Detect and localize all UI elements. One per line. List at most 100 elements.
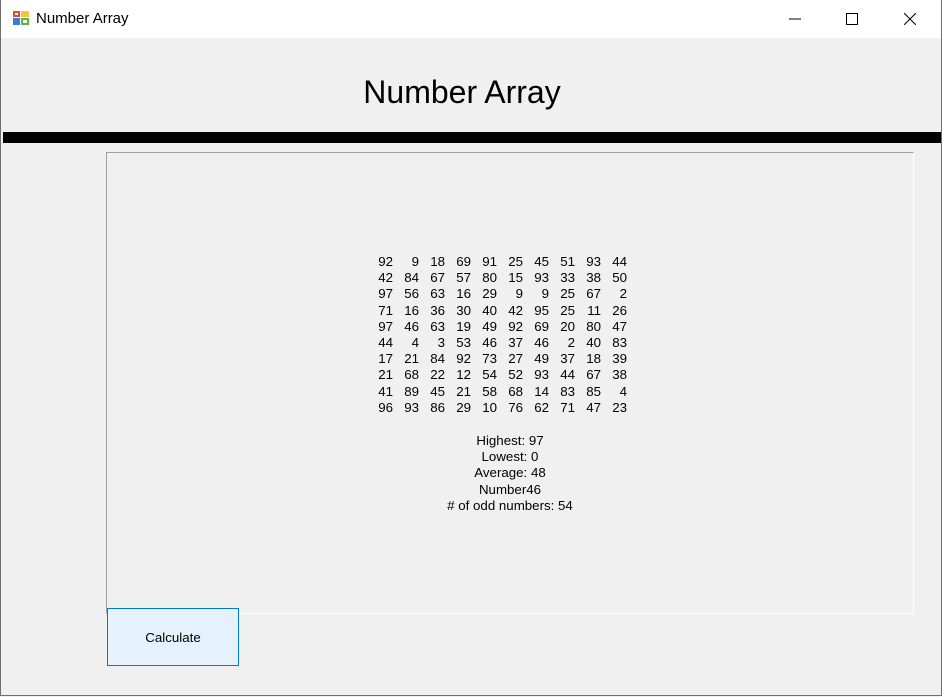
array-cell: 23 xyxy=(612,399,627,415)
stat-lowest: Lowest: 0 xyxy=(481,449,539,465)
array-cell: 26 xyxy=(612,302,627,318)
array-cell: 39 xyxy=(612,351,627,367)
array-row: 97 56 63 16 29 9 9 25 67 2 xyxy=(374,286,644,302)
minimize-icon xyxy=(789,18,801,20)
array-cell: 4 xyxy=(411,334,419,350)
stat-odd-count: # of odd numbers: 54 xyxy=(447,497,573,513)
array-cell: 84 xyxy=(404,270,419,286)
array-cell: 45 xyxy=(430,383,445,399)
array-cell: 11 xyxy=(587,302,601,318)
divider-bar xyxy=(3,132,941,143)
array-cell: 92 xyxy=(378,254,393,269)
array-cell: 67 xyxy=(430,270,445,286)
array-cell: 50 xyxy=(612,270,627,286)
array-cell: 69 xyxy=(456,254,471,269)
array-cell: 44 xyxy=(378,334,393,350)
array-cell: 63 xyxy=(430,286,445,302)
title-bar[interactable]: Number Array xyxy=(1,0,941,38)
array-cell: 21 xyxy=(378,367,393,383)
array-cell: 46 xyxy=(404,318,419,334)
array-row: 17 21 84 92 73 27 49 37 18 39 xyxy=(374,351,644,367)
array-cell: 57 xyxy=(456,270,471,286)
array-cell: 83 xyxy=(560,383,575,399)
array-cell: 22 xyxy=(430,367,445,383)
array-cell: 58 xyxy=(482,383,497,399)
array-cell: 27 xyxy=(508,351,523,367)
app-window: Number Array Number Array 92 9 18 69 91 25 45 5… xyxy=(0,0,942,696)
array-cell: 21 xyxy=(456,383,471,399)
close-icon xyxy=(904,13,916,25)
array-cell: 18 xyxy=(430,254,445,269)
array-row: 71 16 36 30 40 42 95 25 11 26 xyxy=(374,303,644,319)
array-cell: 16 xyxy=(456,286,471,302)
calculate-button[interactable]: Calculate xyxy=(107,608,239,666)
array-cell: 20 xyxy=(560,318,575,334)
array-cell: 16 xyxy=(404,302,419,318)
winforms-app-icon xyxy=(13,11,29,25)
array-row: 41 89 45 21 58 68 14 83 85 4 xyxy=(374,384,644,400)
stat-average: Average: 48 xyxy=(474,465,546,481)
array-cell: 29 xyxy=(456,399,471,415)
array-cell: 93 xyxy=(586,254,601,269)
array-cell: 84 xyxy=(430,351,445,367)
array-cell: 17 xyxy=(378,351,393,367)
stat-number: Number46 xyxy=(478,481,542,497)
array-cell: 89 xyxy=(404,383,419,399)
maximize-button[interactable] xyxy=(824,0,882,38)
array-row: 96 93 86 29 10 76 62 71 47 23 xyxy=(374,400,644,416)
array-cell: 45 xyxy=(534,254,549,269)
array-cell: 2 xyxy=(567,334,575,350)
array-cell: 67 xyxy=(586,286,601,302)
array-cell: 93 xyxy=(534,270,549,286)
stat-highest: Highest: 97 xyxy=(476,433,544,448)
array-cell: 95 xyxy=(534,302,549,318)
array-cell: 68 xyxy=(508,383,523,399)
array-cell: 49 xyxy=(482,318,497,334)
array-cell: 85 xyxy=(586,383,601,399)
array-cell: 3 xyxy=(437,334,445,350)
array-cell: 46 xyxy=(482,334,497,350)
array-cell: 93 xyxy=(534,367,549,383)
array-cell: 86 xyxy=(430,399,445,415)
array-cell: 62 xyxy=(534,399,549,415)
array-cell: 36 xyxy=(430,302,445,318)
array-cell: 51 xyxy=(560,254,575,269)
array-cell: 2 xyxy=(619,286,627,302)
array-cell: 42 xyxy=(378,270,393,286)
array-cell: 92 xyxy=(508,318,523,334)
close-button[interactable] xyxy=(882,0,940,38)
array-cell: 40 xyxy=(586,334,601,350)
array-cell: 56 xyxy=(404,286,419,302)
array-cell: 97 xyxy=(378,286,393,302)
array-cell: 47 xyxy=(586,399,601,415)
array-cell: 9 xyxy=(411,254,419,269)
array-cell: 53 xyxy=(456,334,471,350)
array-cell: 49 xyxy=(534,351,549,367)
maximize-icon xyxy=(846,13,858,25)
array-cell: 63 xyxy=(430,318,445,334)
array-cell: 68 xyxy=(404,367,419,383)
array-cell: 18 xyxy=(586,351,601,367)
array-cell: 30 xyxy=(456,302,471,318)
array-cell: 25 xyxy=(560,302,575,318)
array-cell: 9 xyxy=(541,286,549,302)
array-cell: 12 xyxy=(456,367,471,383)
array-cell: 9 xyxy=(515,286,523,302)
array-cell: 52 xyxy=(508,367,523,383)
array-cell: 38 xyxy=(586,270,601,286)
array-cell: 44 xyxy=(612,254,627,269)
array-cell: 93 xyxy=(404,399,419,415)
array-cell: 73 xyxy=(482,351,497,367)
array-cell: 41 xyxy=(378,383,393,399)
array-cell: 69 xyxy=(534,318,549,334)
array-cell: 83 xyxy=(612,334,627,350)
minimize-button[interactable] xyxy=(767,0,825,38)
array-cell: 96 xyxy=(378,399,393,415)
array-cell: 25 xyxy=(560,286,575,302)
array-cell: 42 xyxy=(508,302,523,318)
array-cell: 80 xyxy=(586,318,601,334)
array-cell: 19 xyxy=(456,318,471,334)
array-cell: 38 xyxy=(612,367,627,383)
array-row: 97 46 63 19 49 92 69 20 80 47 xyxy=(374,319,644,335)
output-panel: 92 9 18 69 91 25 45 51 93 44 42 84 67 57 80 15 93 33 38 50 9… xyxy=(106,152,914,614)
